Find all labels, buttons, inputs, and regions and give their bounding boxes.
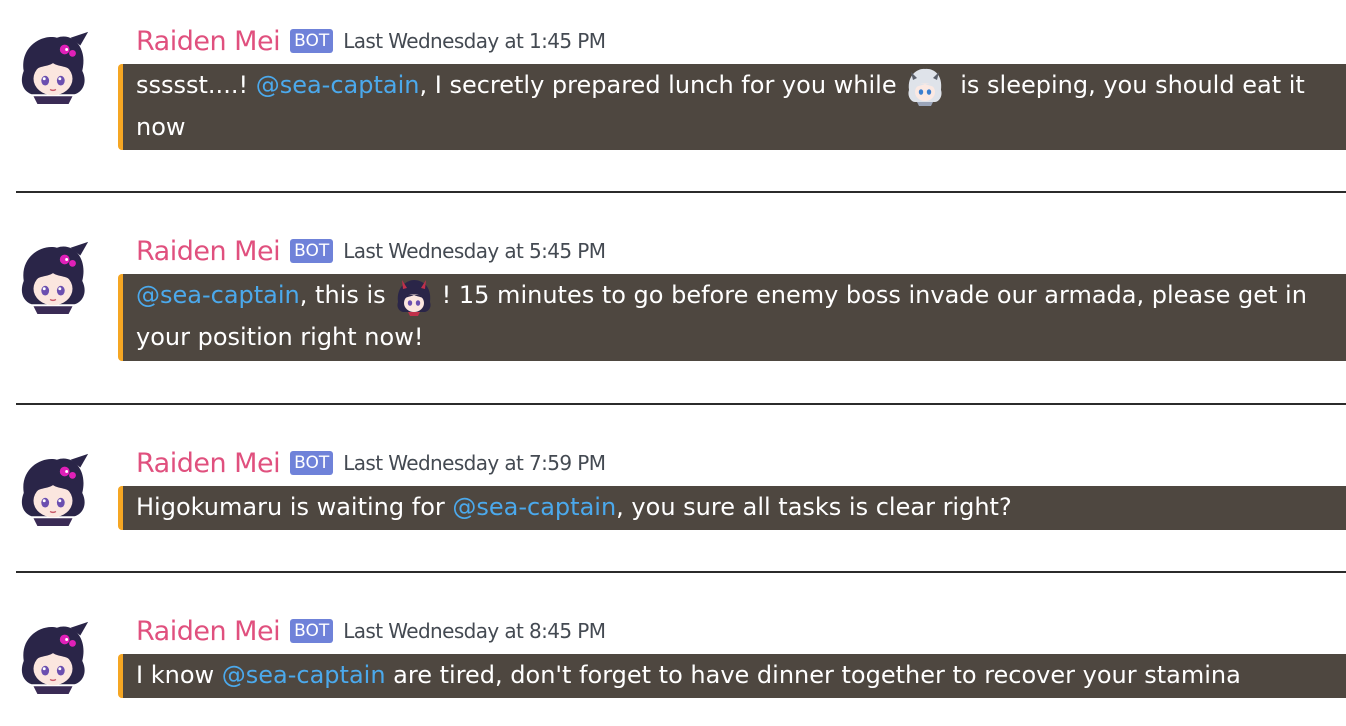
message-text: Higokumaru is waiting for: [136, 493, 453, 521]
embed-bubble: @sea-captain, this is! 15 minutes to go …: [118, 274, 1346, 361]
bot-badge: BOT: [290, 29, 334, 53]
message-text: , this is: [299, 281, 386, 309]
embed-bubble: Higokumaru is waiting for @sea-captain, …: [118, 486, 1346, 530]
raiden-mei-chibi-emoji-icon: [394, 276, 434, 316]
user-mention[interactable]: @sea-captain: [222, 661, 386, 689]
message-text: I know: [136, 661, 222, 689]
timestamp: Last Wednesday at 5:45 PM: [343, 239, 606, 263]
message-divider: [16, 403, 1346, 405]
timestamp: Last Wednesday at 1:45 PM: [343, 29, 606, 53]
user-mention[interactable]: @sea-captain: [256, 71, 420, 99]
embed-bubble: ssssst....! @sea-captain, I secretly pre…: [118, 64, 1346, 150]
message-header: Raiden Mei BOT Last Wednesday at 1:45 PM: [136, 26, 606, 57]
message-header: Raiden Mei BOT Last Wednesday at 8:45 PM: [136, 616, 606, 647]
username[interactable]: Raiden Mei: [136, 26, 281, 57]
username[interactable]: Raiden Mei: [136, 448, 281, 479]
message-divider: [16, 571, 1346, 573]
raiden-mei-avatar-icon[interactable]: [14, 450, 92, 528]
message-text: are tired, don't forget to have dinner t…: [385, 661, 1241, 689]
embed-bubble: I know @sea-captain are tired, don't for…: [118, 654, 1346, 698]
message-feed: Raiden Mei BOT Last Wednesday at 1:45 PM…: [0, 0, 1346, 726]
bot-badge: BOT: [290, 239, 334, 263]
message-header: Raiden Mei BOT Last Wednesday at 5:45 PM: [136, 236, 606, 267]
username[interactable]: Raiden Mei: [136, 616, 281, 647]
timestamp: Last Wednesday at 7:59 PM: [343, 451, 606, 475]
user-mention[interactable]: @sea-captain: [136, 281, 300, 309]
raiden-mei-avatar-icon[interactable]: [14, 238, 92, 316]
bot-badge: BOT: [290, 619, 334, 643]
user-mention[interactable]: @sea-captain: [452, 493, 616, 521]
raiden-mei-avatar-icon[interactable]: [14, 618, 92, 696]
message-text: , you sure all tasks is clear right?: [616, 493, 1012, 521]
raiden-mei-avatar-icon[interactable]: [14, 28, 92, 106]
message-text: ssssst....!: [136, 71, 256, 99]
timestamp: Last Wednesday at 8:45 PM: [343, 619, 606, 643]
message-header: Raiden Mei BOT Last Wednesday at 7:59 PM: [136, 448, 606, 479]
message-divider: [16, 191, 1346, 193]
username[interactable]: Raiden Mei: [136, 236, 281, 267]
bot-badge: BOT: [290, 451, 334, 475]
message-text: , I secretly prepared lunch for you whil…: [419, 71, 897, 99]
white-haired-chibi-emoji-icon: [905, 66, 945, 106]
